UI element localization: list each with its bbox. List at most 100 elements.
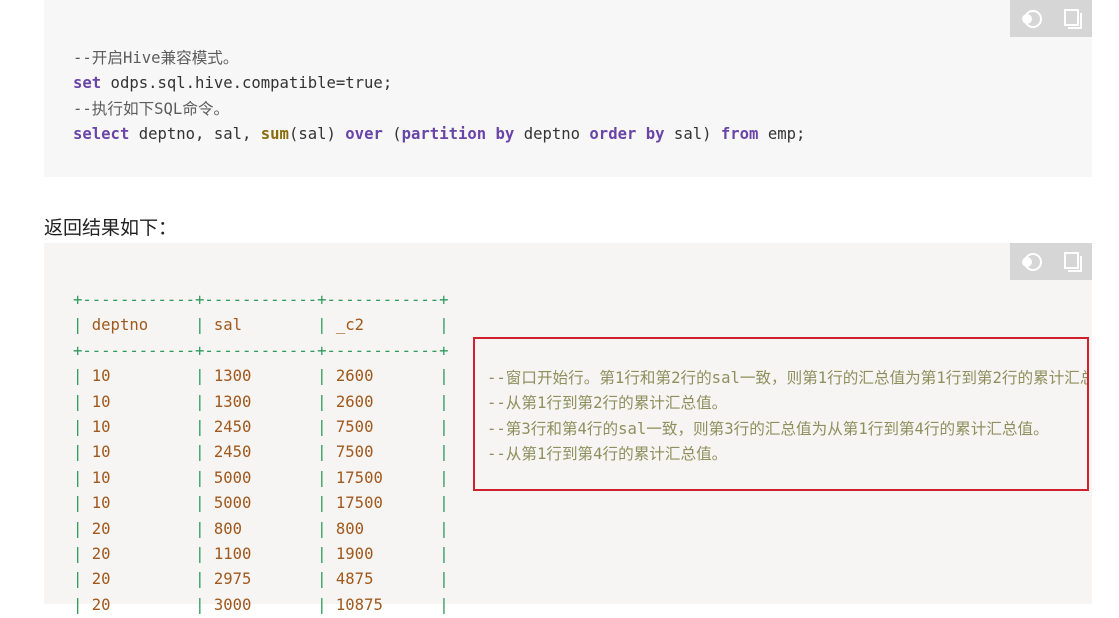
annotation-line: --从第1行到第2行的累计汇总值。 [487, 394, 728, 413]
table-border: | [317, 443, 327, 462]
function-name: sum [260, 125, 289, 144]
table-cell: 2975 [204, 570, 318, 589]
table-border: | [439, 544, 449, 563]
table-border: | [439, 417, 449, 436]
table-border: | [73, 519, 83, 538]
keyword: by [495, 125, 515, 144]
table-cell: 2450 [204, 417, 318, 436]
table-border: | [73, 392, 83, 411]
code-text: odps.sql.hive.compatible=true; [101, 74, 393, 93]
keyword: select [73, 125, 130, 144]
table-border: | [439, 570, 449, 589]
table-border: | [317, 468, 327, 487]
result-heading: 返回结果如下： [44, 217, 178, 239]
table-cell: 20 [82, 544, 196, 563]
table-row: | 20 | 800 | 800 | [73, 517, 449, 542]
table-cell: deptno [82, 316, 196, 335]
code-comment: --开启Hive兼容模式。 [73, 49, 239, 67]
table-cell: 10 [82, 468, 196, 487]
table-cell: 10 [82, 392, 196, 411]
table-cell: 800 [204, 519, 318, 538]
table-cell: 5000 [204, 494, 318, 513]
table-border: | [317, 367, 327, 386]
table-cell: 7500 [326, 417, 440, 436]
table-border: | [439, 519, 449, 538]
table-border: | [73, 595, 83, 614]
table-cell: 10 [82, 494, 196, 513]
table-row: | 10 | 5000 | 17500 | [73, 466, 449, 491]
table-cell: 5000 [204, 468, 318, 487]
sql-code: --开启Hive兼容模式。 set odps.sql.hive.compatibl… [73, 46, 805, 148]
table-row: | 20 | 3000 | 10875 | [73, 593, 449, 618]
code-text: (sal) [288, 125, 346, 144]
code-text: sal) [664, 125, 721, 144]
table-cell: 10 [82, 417, 196, 436]
table-cell: 2450 [204, 443, 318, 462]
toggle-icon[interactable] [1018, 251, 1044, 273]
table-row: | 10 | 5000 | 17500 | [73, 491, 449, 516]
annotation-line: --窗口开始行。第1行和第2行的sal一致，则第1行的汇总值为第1行到第2行的累… [487, 369, 1089, 387]
table-row: | 10 | 1300 | 2600 | [73, 364, 449, 389]
table-border: | [317, 544, 327, 563]
table-cell: _c2 [326, 316, 440, 335]
table-cell: 17500 [326, 494, 440, 513]
table-border: | [439, 443, 449, 462]
table-cell: 2600 [326, 392, 440, 411]
table-border: | [439, 595, 449, 614]
keyword: set [73, 74, 102, 93]
annotation-line: --第3行和第4行的sal一致，则第3行的汇总值为从第1行到第4行的累计汇总值。 [487, 419, 1049, 438]
table-row: | 10 | 2450 | 7500 | [73, 415, 449, 440]
annotation-line: --从第1行到第4行的累计汇总值。 [487, 445, 728, 464]
code-text: emp; [758, 125, 806, 144]
table-border: | [73, 417, 83, 436]
annotation-text: --窗口开始行。第1行和第2行的sal一致，则第1行的汇总值为第1行到第2行的累… [487, 366, 1089, 468]
table-cell: 7500 [326, 443, 440, 462]
table-border-line: +------------+------------+------------+ [73, 291, 449, 309]
table-row: | 10 | 2450 | 7500 | [73, 440, 449, 465]
code-text: deptno [514, 125, 590, 144]
copy-icon[interactable] [1059, 251, 1085, 273]
table-cell: 17500 [326, 468, 440, 487]
code-line-set: set odps.sql.hive.compatible=true; [73, 71, 805, 96]
table-cell: 10 [82, 367, 196, 386]
table-cell: 1900 [326, 544, 440, 563]
table-cell: 10 [82, 443, 196, 462]
toggle-icon[interactable] [1018, 8, 1044, 30]
table-border: | [73, 468, 83, 487]
table-row: | 20 | 2975 | 4875 | [73, 567, 449, 592]
code-comment: --执行如下SQL命令。 [73, 99, 230, 118]
table-border: | [317, 519, 327, 538]
table-border: | [439, 367, 449, 386]
table-cell: sal [204, 316, 318, 335]
table-border: | [317, 494, 327, 513]
table-border: | [73, 494, 83, 513]
table-border: | [73, 443, 83, 462]
result-table: +------------+------------+------------+… [73, 288, 449, 618]
table-border: | [73, 544, 83, 563]
table-header-row: | deptno | sal | _c2 | [73, 313, 449, 338]
table-cell: 20 [82, 519, 196, 538]
table-cell: 1300 [204, 367, 318, 386]
copy-icon[interactable] [1059, 8, 1085, 30]
table-cell: 1300 [204, 392, 318, 411]
table-border: | [317, 316, 327, 335]
table-cell: 20 [82, 570, 196, 589]
table-border: | [73, 367, 83, 386]
table-border: | [439, 494, 449, 513]
keyword: partition [401, 125, 487, 144]
table-cell: 3000 [204, 595, 318, 614]
table-cell: 2600 [326, 367, 440, 386]
table-cell: 800 [326, 519, 440, 538]
code-toolbar [1010, 0, 1092, 37]
table-border: | [439, 468, 449, 487]
code-line-select: select deptno, sal, sum(sal) over (parti… [73, 122, 805, 147]
code-toolbar [1010, 243, 1092, 280]
keyword: order [589, 125, 637, 144]
table-border: | [317, 392, 327, 411]
table-cell: 4875 [326, 570, 440, 589]
keyword: from [720, 125, 759, 144]
table-border: | [73, 316, 83, 335]
table-row: | 10 | 1300 | 2600 | [73, 390, 449, 415]
annotation-box: --窗口开始行。第1行和第2行的sal一致，则第1行的汇总值为第1行到第2行的累… [473, 337, 1089, 491]
